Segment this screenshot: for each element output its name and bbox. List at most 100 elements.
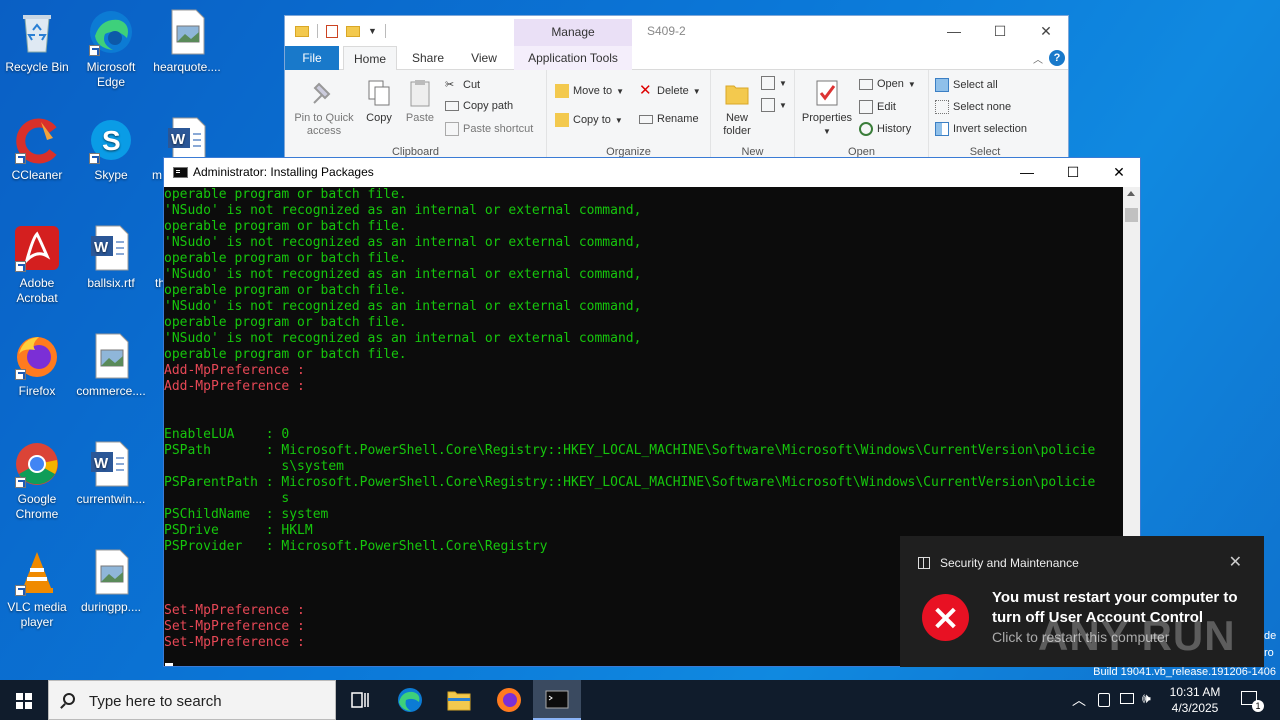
console-title: Administrator: Installing Packages	[193, 165, 374, 179]
rename-button[interactable]: Rename	[639, 113, 699, 125]
task-view-icon	[351, 692, 369, 708]
new-folder-icon	[722, 78, 752, 108]
open-group: Properties ▼ Open ▼ Edit History Open	[795, 70, 929, 160]
toast-close-button[interactable]: ✕	[1229, 552, 1242, 572]
console-line: operable program or batch file.	[164, 315, 407, 330]
copy-button[interactable]: Copy	[359, 78, 399, 125]
close-button[interactable]: ✕	[1023, 16, 1069, 46]
edit-icon	[859, 100, 873, 114]
desktop-icon-commerce[interactable]: commerce....	[74, 332, 148, 399]
clock[interactable]: 10:31 AM 4/3/2025	[1160, 684, 1230, 716]
copy-path-icon	[445, 101, 459, 111]
paste-label: Paste	[405, 112, 435, 124]
new-folder-button[interactable]: New folder	[715, 78, 759, 138]
desktop-icon-ccleaner[interactable]: CCleaner	[0, 116, 74, 183]
paste-button[interactable]: Paste	[401, 78, 439, 125]
desktop-icon-hearquote[interactable]: hearquote....	[150, 8, 224, 75]
image-file-icon	[163, 8, 211, 56]
tab-application-tools[interactable]: Application Tools	[514, 46, 632, 70]
vlc-icon	[13, 548, 61, 596]
skype-icon: S	[87, 116, 135, 164]
delete-button[interactable]: ✕ Delete ▼	[639, 83, 701, 98]
word-doc-icon: W	[87, 224, 135, 272]
invert-selection-button[interactable]: Invert selection	[935, 122, 1027, 136]
security-shield-icon[interactable]	[1098, 693, 1110, 707]
network-icon[interactable]	[1120, 693, 1134, 704]
taskbar-firefox[interactable]	[485, 680, 533, 720]
console-line: Add-MpPreference :	[164, 379, 305, 394]
tab-view[interactable]: View	[459, 46, 509, 70]
cut-button[interactable]: ✂ Cut	[445, 78, 480, 92]
new-folder-quick-icon[interactable]	[346, 25, 360, 37]
move-to-button[interactable]: Move to ▼	[555, 84, 624, 98]
scissors-icon: ✂	[445, 79, 455, 91]
folder-icon	[447, 691, 471, 711]
edge-icon	[398, 688, 422, 712]
speaker-icon[interactable]: 🕪	[1142, 690, 1151, 707]
tab-file[interactable]: File	[285, 46, 339, 70]
copy-path-button[interactable]: Copy path	[445, 100, 513, 112]
minimize-button[interactable]: —	[1004, 158, 1050, 187]
desktop-icon-duringpp[interactable]: duringpp....	[74, 548, 148, 615]
pin-to-quick-access-button[interactable]: Pin to Quick access	[289, 78, 359, 138]
close-button[interactable]: ✕	[1096, 158, 1142, 187]
select-all-button[interactable]: Select all	[935, 78, 998, 92]
word-doc-icon: W	[87, 440, 135, 488]
desktop-icon-label: Microsoft Edge	[86, 60, 136, 89]
search-icon	[63, 693, 75, 705]
easy-access-button[interactable]: ▼	[761, 98, 787, 112]
desktop-icon-skype[interactable]: S Skype	[74, 116, 148, 183]
console-line: Add-MpPreference :	[164, 363, 305, 378]
open-button[interactable]: Open ▼	[859, 78, 916, 90]
task-view-button[interactable]	[336, 680, 384, 720]
notification-center-button[interactable]: 1	[1236, 680, 1266, 720]
search-box[interactable]: Type here to search	[48, 680, 336, 720]
maximize-button[interactable]: ☐	[977, 16, 1023, 46]
svg-text:W: W	[171, 131, 186, 148]
desktop-icon-currentwin[interactable]: W currentwin....	[74, 440, 148, 507]
tab-share[interactable]: Share	[403, 46, 453, 70]
copy-to-button[interactable]: Copy to ▼	[555, 113, 623, 127]
taskbar-console[interactable]	[533, 680, 581, 720]
scroll-thumb[interactable]	[1125, 208, 1138, 222]
desktop-icon-label: Adobe Acrobat	[16, 276, 58, 305]
open-icon	[859, 78, 873, 90]
taskbar-edge[interactable]	[386, 680, 434, 720]
desktop-icon-chrome[interactable]: Google Chrome	[0, 440, 74, 522]
properties-button[interactable]: Properties ▼	[799, 78, 855, 138]
cut-label: Cut	[463, 79, 481, 91]
taskbar-file-explorer[interactable]	[435, 680, 483, 720]
desktop-icon-vlc[interactable]: VLC media player	[0, 548, 74, 630]
maximize-button[interactable]: ☐	[1050, 158, 1096, 187]
organize-group: Move to ▼ Copy to ▼ ✕ Delete ▼ Rename Organi…	[547, 70, 711, 160]
edit-button[interactable]: Edit	[859, 100, 896, 114]
new-item-button[interactable]: ▼	[761, 76, 787, 90]
ccleaner-icon	[13, 116, 61, 164]
chevron-up-icon[interactable]: ︿	[1072, 690, 1086, 710]
new-group: New folder ▼ ▼ New	[711, 70, 795, 160]
desktop-icon-recycle-bin[interactable]: Recycle Bin	[0, 8, 74, 75]
console-title-bar: Administrator: Installing Packages — ☐ ✕	[164, 158, 1140, 187]
cmd-icon	[545, 690, 569, 709]
console-line: 'NSudo' is not recognized as an internal…	[164, 235, 642, 250]
desktop-icon-edge[interactable]: Microsoft Edge	[74, 8, 148, 90]
desktop-icon-firefox[interactable]: Firefox	[0, 332, 74, 399]
properties-quick-icon[interactable]	[326, 24, 338, 38]
ribbon: Pin to Quick access Copy Paste ✂ Cut Copy…	[285, 70, 1068, 160]
paste-shortcut-button[interactable]: Paste shortcut	[445, 122, 533, 136]
tab-home[interactable]: Home	[343, 46, 397, 71]
tab-manage[interactable]: Manage	[514, 19, 632, 46]
firefox-icon	[497, 688, 521, 712]
console-line: EnableLUA : 0	[164, 427, 290, 442]
desktop-icon-acrobat[interactable]: Adobe Acrobat	[0, 224, 74, 306]
console-line: 'NSudo' is not recognized as an internal…	[164, 299, 642, 314]
start-button[interactable]	[0, 680, 48, 720]
minimize-button[interactable]: —	[931, 16, 977, 46]
select-none-button[interactable]: Select none	[935, 100, 1011, 114]
help-icon[interactable]: ?	[1049, 50, 1065, 66]
scroll-up-icon[interactable]	[1127, 191, 1135, 196]
desktop-icon-ballsix[interactable]: W ballsix.rtf	[74, 224, 148, 291]
history-button[interactable]: History	[859, 122, 911, 136]
collapse-ribbon-icon[interactable]: ︿	[1033, 51, 1043, 66]
customize-toolbar-icon[interactable]: ▼	[368, 26, 377, 36]
